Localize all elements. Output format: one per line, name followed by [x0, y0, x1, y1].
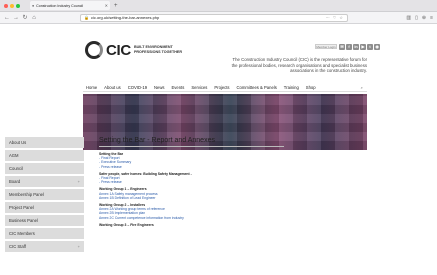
content-section: Working Group 2 – Installers Annex 2A Wor… — [99, 203, 284, 220]
header-blurb: The Construction Industry Council (CIC) … — [231, 57, 367, 74]
menu-item-services[interactable]: Services — [191, 85, 207, 90]
tab-title: Construction Industry Council — [36, 3, 84, 8]
close-window-button[interactable] — [4, 3, 8, 8]
email-icon[interactable]: ✉ — [339, 44, 345, 50]
browser-tab[interactable]: ● Construction Industry Council ✕ — [30, 1, 110, 10]
facebook-icon[interactable]: f — [346, 44, 352, 50]
sidebar-item-board[interactable]: Board + — [5, 176, 84, 187]
back-arrow-icon[interactable]: ← — [4, 15, 10, 21]
maximize-window-button[interactable] — [16, 3, 20, 8]
sidebar-nav: About Us AGM Council Board + Membership Panel… — [5, 137, 84, 254]
menu-item-events[interactable]: Events — [172, 85, 185, 90]
document-link[interactable]: Annex 2C Current competence information … — [99, 216, 284, 220]
youtube-icon[interactable]: ▶ — [360, 44, 366, 50]
logo-swirl-icon — [85, 41, 103, 59]
sidebar-item-membership-panel[interactable]: Membership Panel — [5, 189, 84, 200]
forward-arrow-icon[interactable]: → — [13, 15, 19, 21]
document-link[interactable]: - Press release — [99, 180, 284, 184]
sidebar-toggle-icon[interactable]: ▯ — [415, 15, 418, 21]
menu-icon[interactable]: ≡ — [430, 15, 433, 21]
library-icon[interactable]: ▥ — [406, 15, 411, 21]
sidebar-item-about-us[interactable]: About Us — [5, 137, 84, 148]
content-section: Working Group 1 – Engineers Annex 1A Safe… — [99, 187, 284, 200]
sidebar-item-council[interactable]: Council — [5, 163, 84, 174]
sidebar-item-label: Membership Panel — [9, 192, 44, 197]
section-heading: Working Group 3 – Fire Engineers — [99, 222, 154, 227]
expand-icon[interactable]: + — [78, 244, 80, 249]
browser-toolbar: ← → ↻ ⌂ 🔒 cic.org.uk/setting-the-bar-ann… — [0, 12, 437, 24]
menu-item-covid-19[interactable]: COVID-19 — [128, 85, 147, 90]
sidebar-item-cic-members[interactable]: CIC Members — [5, 228, 84, 239]
main-menu: Home About us COVID-19 News Events Services Pr… — [83, 83, 367, 92]
sidebar-item-label: CIC Staff — [9, 244, 26, 249]
sidebar-item-label: Project Panel — [9, 205, 34, 210]
sidebar-item-label: Business Panel — [9, 218, 38, 223]
main-content: Setting the Bar - Report and Annexes Set… — [99, 137, 284, 230]
content-section: Safer people, safer homes: Building Safe… — [99, 172, 284, 185]
sidebar-item-label: Council — [9, 166, 23, 171]
menu-item-home[interactable]: Home — [86, 85, 97, 90]
document-link[interactable]: Annex 1B Definition of Lead Engineer — [99, 196, 284, 200]
minimize-window-button[interactable] — [10, 3, 14, 8]
sidebar-item-label: AGM — [9, 153, 19, 158]
reload-icon[interactable]: ↻ — [22, 14, 28, 21]
member-login-button[interactable]: Member Login — [315, 44, 337, 49]
address-bar[interactable]: 🔒 cic.org.uk/setting-the-bar-annexes.php… — [80, 13, 348, 22]
search-icon[interactable]: ⌕ — [361, 85, 363, 90]
sidebar-item-cic-staff[interactable]: CIC Staff + — [5, 241, 84, 252]
extensions-icon[interactable]: ⊕ — [422, 15, 426, 21]
sidebar-item-label: CIC Members — [9, 231, 35, 236]
menu-item-projects[interactable]: Projects — [214, 85, 229, 90]
menu-item-committees-panels[interactable]: Committees & Panels — [237, 85, 277, 90]
menu-item-news[interactable]: News — [154, 85, 164, 90]
logo-tagline: BUILT ENVIRONMENT PROFESSIONS TOGETHER — [133, 45, 183, 54]
rss-icon[interactable]: ◉ — [374, 44, 380, 50]
expand-icon[interactable]: + — [78, 179, 80, 184]
menu-item-about-us[interactable]: About us — [104, 85, 121, 90]
url-text: cic.org.uk/setting-the-bar-annexes.php — [90, 15, 160, 20]
content-section: Setting the Bar - Final Report - Executive… — [99, 152, 284, 169]
sidebar-item-label: Board — [9, 179, 21, 184]
twitter-icon[interactable]: t — [367, 44, 373, 50]
page-title: Setting the Bar - Report and Annexes — [99, 137, 284, 147]
social-links: ✉ f in ▶ t ◉ — [339, 44, 380, 50]
document-link[interactable]: - Press release — [99, 165, 284, 169]
browser-titlebar: ● Construction Industry Council ✕ + — [0, 0, 437, 12]
menu-item-training[interactable]: Training — [284, 85, 299, 90]
lock-icon: 🔒 — [84, 15, 89, 20]
address-bar-actions[interactable]: ⋯ ♡ ☆ — [326, 15, 344, 20]
sidebar-item-business-panel[interactable]: Business Panel — [5, 215, 84, 226]
sidebar-item-project-panel[interactable]: Project Panel — [5, 202, 84, 213]
menu-item-shop[interactable]: Shop — [306, 85, 316, 90]
home-icon[interactable]: ⌂ — [31, 15, 37, 21]
cic-logo[interactable]: CIC BUILT ENVIRONMENT PROFESSIONS TOGETH… — [85, 41, 182, 59]
linkedin-icon[interactable]: in — [353, 44, 359, 50]
logo-wordmark: CIC — [106, 41, 131, 59]
sidebar-item-label: About Us — [9, 140, 27, 145]
sidebar-item-agm[interactable]: AGM — [5, 150, 84, 161]
favicon-icon: ● — [32, 3, 35, 8]
close-tab-icon[interactable]: ✕ — [105, 3, 108, 8]
new-tab-button[interactable]: + — [114, 3, 118, 9]
content-section: Working Group 3 – Fire Engineers — [99, 223, 284, 227]
